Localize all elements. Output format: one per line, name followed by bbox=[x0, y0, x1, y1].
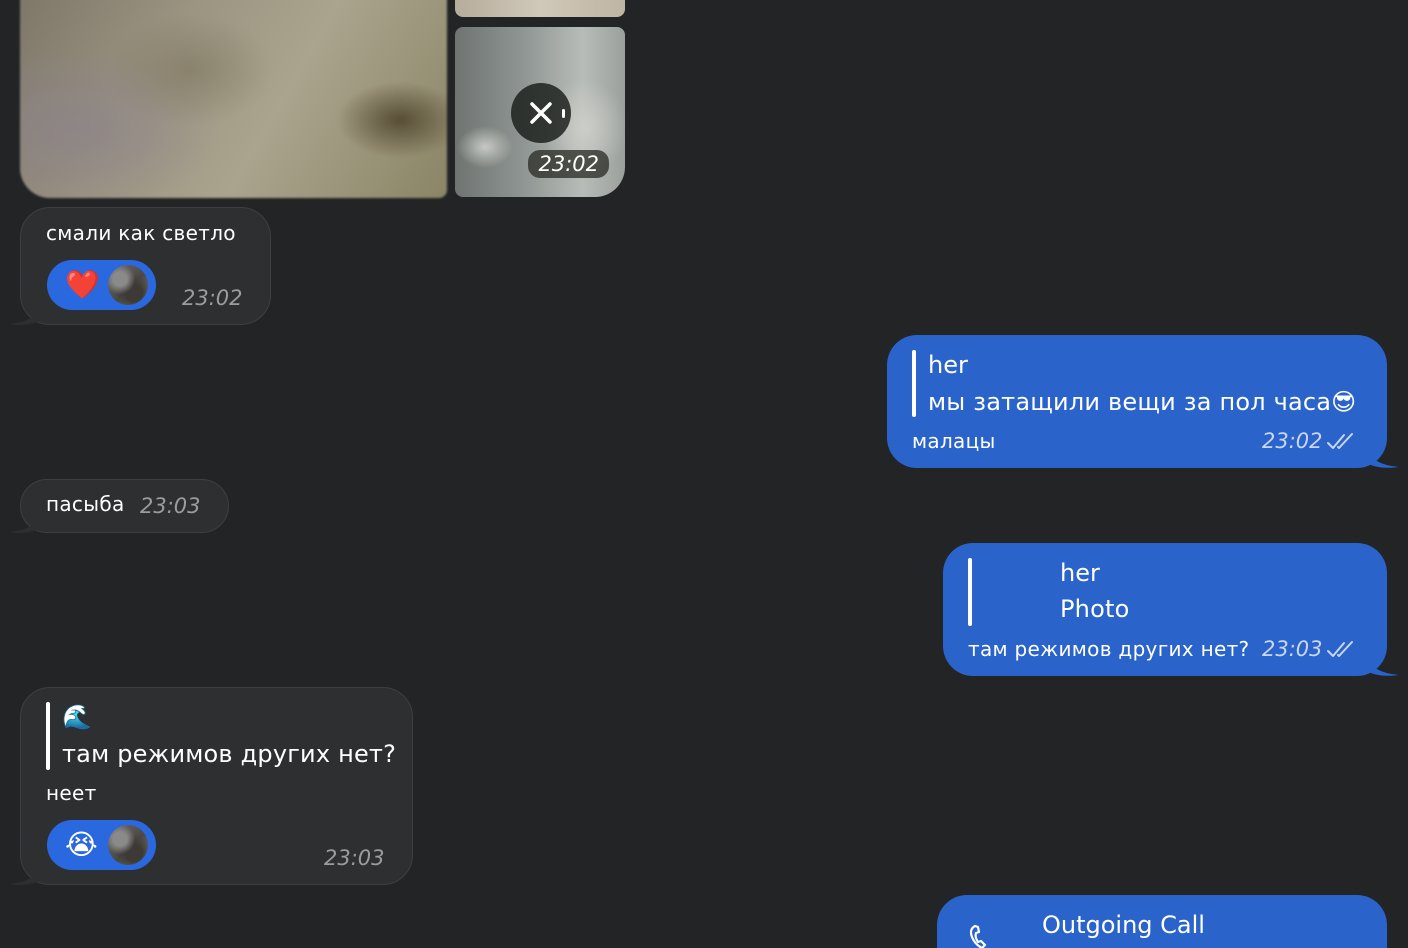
call-bubble-outgoing[interactable]: Outgoing Call bbox=[937, 895, 1387, 948]
progress-indicator bbox=[562, 109, 565, 118]
photo-thumb-top[interactable] bbox=[455, 0, 625, 17]
reaction-avatar bbox=[108, 265, 148, 305]
call-title: Outgoing Call bbox=[1042, 911, 1205, 939]
reply-text: там режимов других нет? bbox=[62, 740, 397, 768]
reply-quote-bar bbox=[912, 350, 916, 417]
message-time: 23:03 bbox=[1262, 637, 1323, 661]
message-bubble-incoming[interactable]: 🌊 там режимов других нет? неет 😭 23:03 bbox=[9, 687, 413, 885]
message-time: 23:03 bbox=[324, 846, 385, 870]
reply-quote-bar bbox=[968, 558, 972, 626]
reply-author: 🌊 bbox=[62, 703, 92, 731]
message-bubble-incoming[interactable]: пасыба 23:03 bbox=[9, 479, 229, 533]
phone-icon bbox=[969, 924, 987, 948]
media-time: 23:02 bbox=[528, 150, 609, 178]
bubble-tail bbox=[9, 304, 41, 325]
read-checks-icon bbox=[1327, 433, 1353, 449]
photo-large[interactable] bbox=[20, 0, 447, 198]
message-bubble-outgoing[interactable]: her Photo там режимов других нет? 23:03 bbox=[943, 543, 1399, 676]
close-icon bbox=[530, 102, 552, 124]
reply-author: her bbox=[1060, 559, 1100, 587]
bubble-tail bbox=[9, 864, 41, 885]
message-time: 23:02 bbox=[1262, 429, 1323, 453]
video-thumbnail[interactable]: 23:02 bbox=[455, 27, 625, 197]
reply-author: her bbox=[928, 351, 968, 379]
bubble-tail bbox=[1367, 655, 1399, 676]
cancel-download-button[interactable] bbox=[511, 83, 571, 143]
bubble-tail bbox=[1367, 447, 1399, 468]
message-text: смали как светло bbox=[46, 221, 236, 245]
message-text: пасыба bbox=[46, 492, 125, 516]
bubble-tail bbox=[9, 512, 41, 533]
reply-quote-bar bbox=[46, 702, 50, 770]
message-text: там режимов других нет? bbox=[968, 637, 1250, 661]
message-time: 23:02 bbox=[182, 286, 243, 310]
chat-view: 23:02 смали как светло ❤️ 23:02 her мы з… bbox=[0, 0, 1408, 948]
reply-text: Photo bbox=[1060, 595, 1130, 623]
message-time: 23:03 bbox=[140, 494, 201, 518]
reply-text: мы затащили вещи за пол часа😎 bbox=[928, 388, 1357, 416]
message-text: малацы bbox=[912, 429, 996, 453]
message-bubble-incoming[interactable]: смали как светло ❤️ 23:02 bbox=[9, 207, 271, 325]
reaction-pill[interactable]: 😭 bbox=[47, 820, 156, 870]
message-text: неет bbox=[46, 781, 97, 805]
message-bubble-outgoing[interactable]: her мы затащили вещи за пол часа😎 малацы… bbox=[887, 335, 1399, 468]
reaction-emoji: ❤️ bbox=[65, 268, 100, 301]
reaction-emoji: 😭 bbox=[65, 828, 98, 861]
reaction-pill[interactable]: ❤️ bbox=[47, 260, 156, 310]
read-checks-icon bbox=[1327, 641, 1353, 657]
reaction-avatar bbox=[108, 825, 148, 865]
